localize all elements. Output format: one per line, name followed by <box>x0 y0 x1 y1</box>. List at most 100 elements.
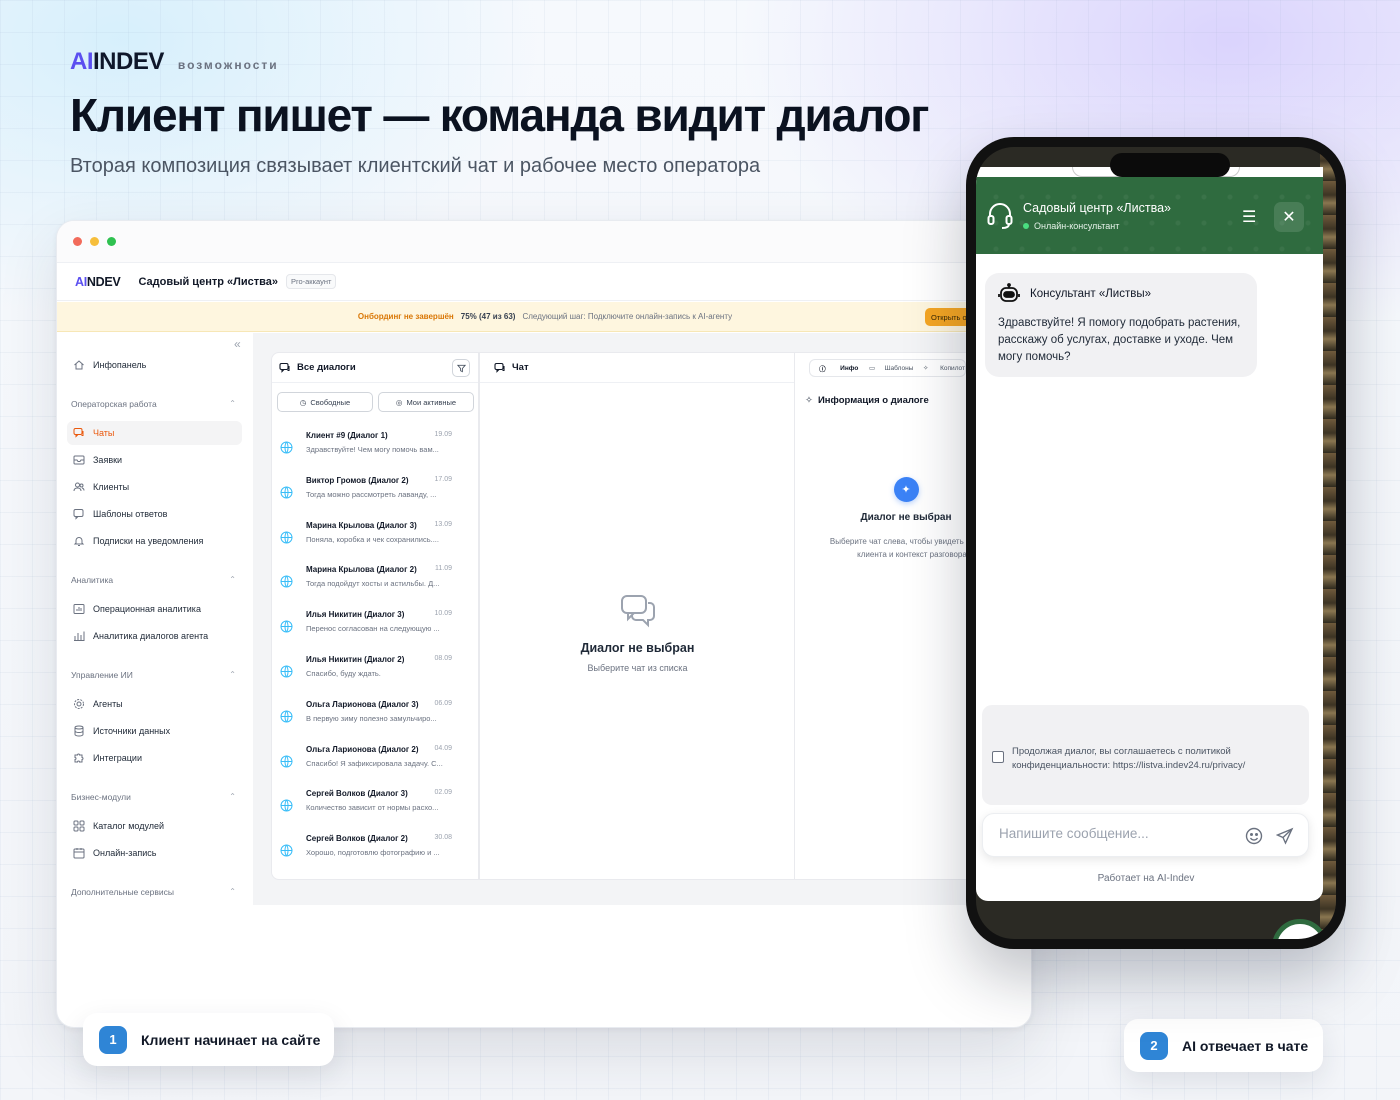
dialog-list-item[interactable]: Марина Крылова (Диалог 2) 11.09 Тогда подо… <box>280 565 472 605</box>
sidebar-item-integrations[interactable]: Интеграции <box>67 746 242 770</box>
chat-icon <box>279 362 291 374</box>
consent-checkbox[interactable] <box>992 751 1004 763</box>
dialog-list-item[interactable]: Илья Никитин (Диалог 3) 10.09 Перенос согл… <box>280 610 472 650</box>
sidebar-item-data-sources[interactable]: Источники данных <box>67 719 242 743</box>
globe-icon <box>280 486 293 499</box>
dialog-date: 02.09 <box>434 789 452 797</box>
brand-row: AIINDEV возможности <box>70 48 279 76</box>
dialog-list-item[interactable]: Виктор Громов (Диалог 2) 17.09 Тогда можно… <box>280 476 472 516</box>
sidebar-section-business[interactable]: Бизнес-модули ⌃ <box>71 792 236 802</box>
app-logo[interactable]: AINDEV <box>75 274 121 289</box>
window-close-dot[interactable] <box>73 237 82 246</box>
free-dialogs-button[interactable]: ◷ Свободные <box>277 392 373 412</box>
sidebar-item-chats[interactable]: Чаты <box>67 421 242 445</box>
send-icon[interactable] <box>1275 827 1294 845</box>
sidebar-item-label: Подписки на уведомления <box>93 536 204 546</box>
dialog-list-item[interactable]: Клиент #9 (Диалог 1) 19.09 Здравствуйте! Ч… <box>280 431 472 471</box>
sidebar-section-operator[interactable]: Операторская работа ⌃ <box>71 399 236 409</box>
tab-templates[interactable]: ▭ Шаблоны <box>862 360 913 376</box>
sidebar-item-label: Клиенты <box>93 482 130 492</box>
dialog-preview: Хорошо, подготовлю фотографию и ... <box>306 848 440 858</box>
onboarding-next-step: Следующий шаг: Подключите онлайн-запись … <box>522 312 733 321</box>
dialog-date: 06.09 <box>434 699 452 707</box>
bot-message: Консультант «Листвы» Здравствуйте! Я пом… <box>985 273 1257 377</box>
globe-icon <box>280 575 293 588</box>
section-title: Управление ИИ <box>71 670 133 680</box>
dialog-name: Марина Крылова (Диалог 3) <box>306 520 417 530</box>
collapse-sidebar-icon[interactable]: « <box>234 337 241 351</box>
browser-titlebar <box>57 221 1031 263</box>
dialog-date: 30.08 <box>434 834 452 842</box>
phone-screen: Садовый центр «Листва» Онлайн-консультан… <box>976 147 1336 939</box>
message-input[interactable] <box>999 826 1229 841</box>
sidebar-item-label: Интеграции <box>93 753 142 763</box>
dialog-name: Илья Никитин (Диалог 2) <box>306 655 405 664</box>
chat-icon <box>73 427 85 439</box>
sidebar-item-label: Источники данных <box>93 726 171 736</box>
dialog-name: Марина Крылова (Диалог 2) <box>306 565 417 575</box>
sidebar-item-label: Шаблоны ответов <box>93 509 168 519</box>
dialog-list-item[interactable]: Илья Никитин (Диалог 2) 08.09 Спасибо, буд… <box>280 655 472 695</box>
section-title: Бизнес-модули <box>71 792 131 802</box>
info-title-text: Информация о диалоге <box>817 395 929 406</box>
grid-icon <box>73 820 85 832</box>
sidebar-item-subscriptions[interactable]: Подписки на уведомления <box>67 529 242 553</box>
sidebar-item-label: Чаты <box>93 428 115 438</box>
my-active-button[interactable]: ◎ Мои активные <box>378 392 474 412</box>
org-name[interactable]: Садовый центр «Листва» <box>138 276 278 288</box>
globe-icon <box>280 665 293 678</box>
app-logo-rest: NDEV <box>86 274 121 289</box>
menu-icon[interactable]: ☰ <box>1242 207 1256 227</box>
dialog-name: Виктор Громов (Диалог 2) <box>306 475 409 485</box>
dialog-preview: Перенос согласован на следующую ... <box>306 624 440 634</box>
dialog-name: Сергей Волков (Диалог 2) <box>306 834 408 844</box>
window-minimize-dot[interactable] <box>90 237 99 246</box>
sidebar-item-op-analytics[interactable]: Операционная аналитика <box>67 597 242 621</box>
bar-chart-icon <box>73 630 85 642</box>
sidebar-item-dashboard[interactable]: Инфопанель <box>67 353 242 377</box>
dialog-date: 04.09 <box>434 744 452 752</box>
sidebar-item-agent-analytics[interactable]: Аналитика диалогов агента <box>67 624 242 648</box>
sparkle-icon: ✦ <box>893 477 919 502</box>
filter-button[interactable] <box>452 359 470 377</box>
sparkle-icon: ✧ <box>805 395 813 406</box>
sidebar-item-requests[interactable]: Заявки <box>67 448 242 472</box>
dialog-date: 08.09 <box>434 655 452 662</box>
sidebar-section-ai[interactable]: Управление ИИ ⌃ <box>71 670 236 680</box>
dialog-date: 19.09 <box>434 431 452 438</box>
tab-copilot[interactable]: ✧ Копилот <box>913 360 965 376</box>
chart-icon <box>73 603 85 615</box>
dialog-list-item[interactable]: Ольга Ларионова (Диалог 3) 06.09 В первую … <box>280 700 472 740</box>
sidebar-item-label: Заявки <box>93 455 123 465</box>
dialog-list-item[interactable]: Марина Крылова (Диалог 3) 13.09 Поняла, ко… <box>280 521 472 561</box>
dialog-list-item[interactable]: Ольга Ларионова (Диалог 2) 04.09 Спасибо! … <box>280 745 472 785</box>
home-icon <box>73 359 85 371</box>
tab-info[interactable]: ⓘ Инфо <box>810 360 862 376</box>
sidebar-section-extra[interactable]: Дополнительные сервисы ⌃ <box>71 887 236 897</box>
dialog-date: 13.09 <box>434 520 452 528</box>
widget-role: Онлайн-консультант <box>1023 221 1119 231</box>
chat-bubbles-icon <box>618 591 658 631</box>
chat-header: Чат <box>480 353 794 383</box>
phone-notch <box>1110 153 1230 177</box>
bot-message-text: Здравствуйте! Я помогу подобрать растени… <box>998 317 1241 363</box>
sidebar-item-booking[interactable]: Онлайн-запись <box>67 841 242 865</box>
emoji-icon[interactable] <box>1245 827 1263 845</box>
gear-icon <box>73 698 85 710</box>
dialog-date: 17.09 <box>434 475 452 483</box>
sidebar-item-label: Инфопанель <box>93 360 147 370</box>
consent-box: Продолжая диалог, вы соглашаетесь с поли… <box>982 705 1309 805</box>
globe-icon <box>280 620 293 633</box>
sidebar-section-analytics[interactable]: Аналитика ⌃ <box>71 575 236 585</box>
dialog-list-item[interactable]: Сергей Волков (Диалог 3) 02.09 Количество … <box>280 789 472 829</box>
dialog-list-item[interactable]: Сергей Волков (Диалог 2) 30.08 Хорошо, под… <box>280 834 472 874</box>
close-icon[interactable]: ✕ <box>1274 202 1304 232</box>
dialog-preview: Спасибо, буду ждать. <box>306 669 381 678</box>
sidebar-item-label: Онлайн-запись <box>93 848 157 858</box>
sidebar-item-module-catalog[interactable]: Каталог модулей <box>67 814 242 838</box>
sidebar-item-agents[interactable]: Агенты <box>67 692 242 716</box>
sidebar-item-clients[interactable]: Клиенты <box>67 475 242 499</box>
sidebar-item-label: Операционная аналитика <box>93 604 201 614</box>
sidebar-item-templates[interactable]: Шаблоны ответов <box>67 502 242 526</box>
window-maximize-dot[interactable] <box>107 237 116 246</box>
